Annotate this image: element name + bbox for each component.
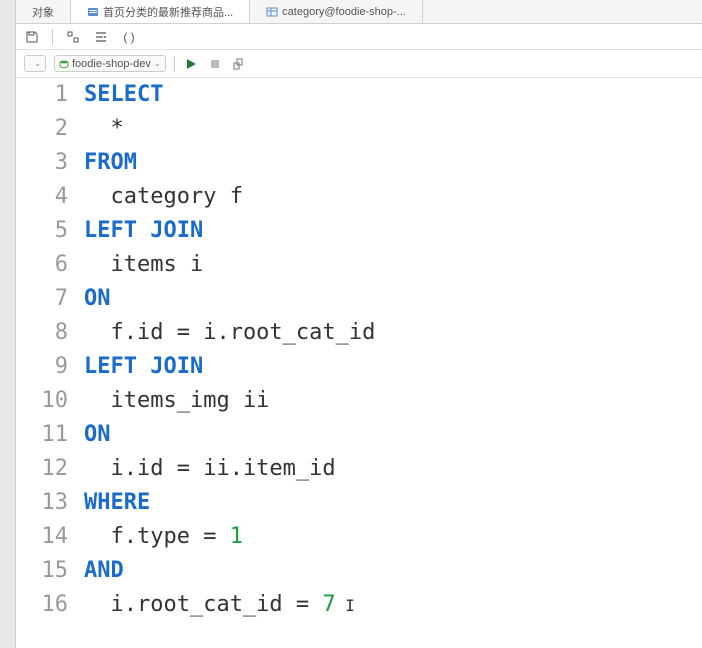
line-number: 5 — [16, 214, 68, 248]
toolbar-primary: ( ) — [16, 24, 702, 50]
code-line[interactable]: AND — [84, 554, 702, 588]
save-icon[interactable] — [24, 29, 40, 45]
code-line[interactable]: i.root_cat_id = 7 I — [84, 588, 702, 623]
code-area[interactable]: SELECT *FROM category fLEFT JOIN items i… — [82, 78, 702, 648]
line-number: 4 — [16, 180, 68, 214]
query-icon — [87, 6, 99, 18]
line-number: 12 — [16, 452, 68, 486]
database-selector[interactable]: foodie-shop-dev ⌄ — [54, 55, 166, 72]
tab-objects[interactable]: 对象 — [16, 0, 71, 23]
run-button[interactable] — [183, 56, 199, 72]
code-line[interactable]: FROM — [84, 146, 702, 180]
code-line[interactable]: category f — [84, 180, 702, 214]
line-number: 13 — [16, 486, 68, 520]
chevron-down-icon: ⌄ — [34, 59, 41, 68]
tab-table[interactable]: category@foodie-shop-... — [250, 0, 423, 23]
beautify-icon[interactable] — [65, 29, 81, 45]
connection-selector[interactable]: ⌄ — [24, 55, 46, 72]
tab-label: 首页分类的最新推荐商品... — [103, 4, 233, 20]
code-line[interactable]: SELECT — [84, 78, 702, 112]
line-number: 6 — [16, 248, 68, 282]
window-left-gutter — [0, 0, 16, 648]
toolbar-secondary: ⌄ foodie-shop-dev ⌄ — [16, 50, 702, 78]
line-number: 11 — [16, 418, 68, 452]
text-cursor: I — [336, 596, 355, 615]
table-icon — [266, 6, 278, 18]
stop-button[interactable] — [207, 56, 223, 72]
line-number: 16 — [16, 588, 68, 622]
line-number: 2 — [16, 112, 68, 146]
code-line[interactable]: LEFT JOIN — [84, 214, 702, 248]
chevron-down-icon: ⌄ — [154, 59, 161, 68]
line-number-gutter: 12345678910111213141516 — [16, 78, 82, 648]
code-line[interactable]: items i — [84, 248, 702, 282]
separator — [52, 29, 53, 45]
database-name: foodie-shop-dev — [72, 58, 151, 70]
line-number: 8 — [16, 316, 68, 350]
code-line[interactable]: WHERE — [84, 486, 702, 520]
code-line[interactable]: ON — [84, 418, 702, 452]
separator — [174, 56, 175, 72]
line-number: 10 — [16, 384, 68, 418]
line-number: 7 — [16, 282, 68, 316]
line-number: 3 — [16, 146, 68, 180]
sql-editor[interactable]: 12345678910111213141516 SELECT *FROM cat… — [16, 78, 702, 648]
brackets-icon[interactable]: ( ) — [121, 29, 137, 45]
code-line[interactable]: items_img ii — [84, 384, 702, 418]
line-number: 14 — [16, 520, 68, 554]
main-panel: 对象 首页分类的最新推荐商品... category@foodie-shop-.… — [16, 0, 702, 648]
line-number: 9 — [16, 350, 68, 384]
code-line[interactable]: LEFT JOIN — [84, 350, 702, 384]
code-line[interactable]: f.type = 1 — [84, 520, 702, 554]
export-icon[interactable] — [231, 56, 247, 72]
code-line[interactable]: * — [84, 112, 702, 146]
tab-label: 对象 — [32, 4, 54, 20]
line-number: 15 — [16, 554, 68, 588]
explain-icon[interactable] — [93, 29, 109, 45]
tab-query[interactable]: 首页分类的最新推荐商品... — [71, 0, 250, 23]
tab-label: category@foodie-shop-... — [282, 6, 406, 18]
code-line[interactable]: ON — [84, 282, 702, 316]
tab-bar: 对象 首页分类的最新推荐商品... category@foodie-shop-.… — [16, 0, 702, 24]
line-number: 1 — [16, 78, 68, 112]
code-line[interactable]: i.id = ii.item_id — [84, 452, 702, 486]
code-line[interactable]: f.id = i.root_cat_id — [84, 316, 702, 350]
